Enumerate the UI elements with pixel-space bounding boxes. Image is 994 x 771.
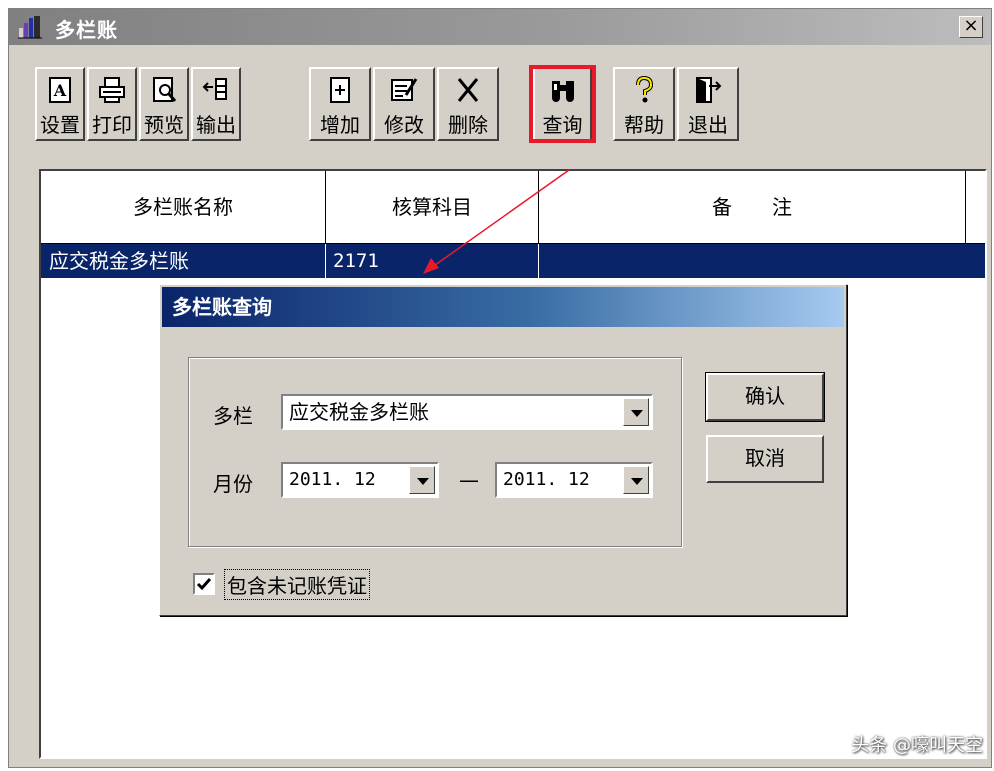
month-to-value: 2011. 12 [503, 469, 590, 490]
setup-label: 设置 [40, 113, 80, 137]
chevron-down-icon[interactable] [623, 466, 649, 494]
query-dialog: 多栏账查询 多栏 应交税金多栏账 月份 2011. 12 — 2011. 12 … [159, 284, 847, 616]
delete-icon [457, 78, 479, 102]
preview-icon [153, 77, 177, 102]
column-header-name[interactable]: 多栏账名称 [41, 171, 325, 243]
edit-icon [391, 78, 418, 101]
preview-label: 预览 [144, 113, 184, 137]
export-icon [202, 78, 227, 100]
include-unposted-checkbox[interactable] [193, 573, 215, 595]
preview-button[interactable]: 预览 [139, 67, 189, 141]
month-label: 月份 [213, 472, 253, 496]
print-button[interactable]: 打印 [87, 67, 137, 141]
query-groupbox: 多栏 应交税金多栏账 月份 2011. 12 — 2011. 12 [188, 357, 682, 547]
annotation-arrow [423, 169, 570, 274]
delete-button[interactable]: 删除 [437, 67, 499, 141]
edit-label: 修改 [384, 113, 424, 137]
cell-name: 应交税金多栏账 [49, 249, 189, 273]
help-button[interactable]: 帮助 [613, 67, 675, 141]
cancel-button[interactable]: 取消 [706, 435, 824, 483]
print-label: 打印 [92, 113, 132, 137]
export-label: 输出 [196, 113, 236, 137]
column-header-note[interactable]: 备 注 [539, 171, 965, 243]
month-from-select[interactable]: 2011. 12 [281, 462, 439, 498]
add-button[interactable]: 增加 [309, 67, 371, 141]
multi-column-ledger-window: 多栏账 × A 设置 打印 预览 输出 增加 修改 删除 查询 帮助 退出 多栏… [8, 8, 992, 768]
query-button-highlight [529, 65, 596, 143]
cell-subject: 2171 [333, 250, 379, 272]
edit-button[interactable]: 修改 [373, 67, 435, 141]
printer-icon [99, 77, 125, 103]
exit-icon [696, 77, 722, 103]
title-bar: 多栏账 × [9, 9, 991, 45]
close-button[interactable]: × [959, 16, 983, 38]
add-icon [330, 77, 350, 103]
exit-label: 退出 [688, 113, 728, 137]
month-to-select[interactable]: 2011. 12 [495, 462, 653, 498]
watermark: 头条 @嚎叫天空 [851, 735, 983, 756]
exit-button[interactable]: 退出 [677, 67, 739, 141]
export-button[interactable]: 输出 [191, 67, 241, 141]
bar-chart-icon [18, 16, 42, 39]
svg-text:A: A [53, 81, 67, 100]
help-icon [636, 75, 654, 103]
confirm-button[interactable]: 确认 [706, 373, 824, 421]
dialog-title: 多栏账查询 [162, 287, 844, 327]
column-divider [325, 244, 326, 278]
window-title: 多栏账 [55, 18, 118, 42]
ledger-select-value: 应交税金多栏账 [289, 400, 429, 424]
page-setup-icon: A [49, 77, 71, 103]
setup-button[interactable]: A 设置 [35, 67, 85, 141]
chevron-down-icon[interactable] [409, 466, 435, 494]
add-label: 增加 [320, 113, 360, 137]
month-from-value: 2011. 12 [289, 469, 376, 490]
include-unposted-label[interactable]: 包含未记账凭证 [224, 569, 370, 600]
month-range-separator: — [459, 468, 479, 492]
chevron-down-icon[interactable] [623, 398, 649, 426]
help-label: 帮助 [624, 113, 664, 137]
checkmark-icon [196, 578, 212, 591]
column-divider [965, 171, 966, 243]
delete-label: 删除 [448, 113, 488, 137]
ledger-select[interactable]: 应交税金多栏账 [281, 394, 653, 430]
ledger-label: 多栏 [213, 404, 253, 428]
